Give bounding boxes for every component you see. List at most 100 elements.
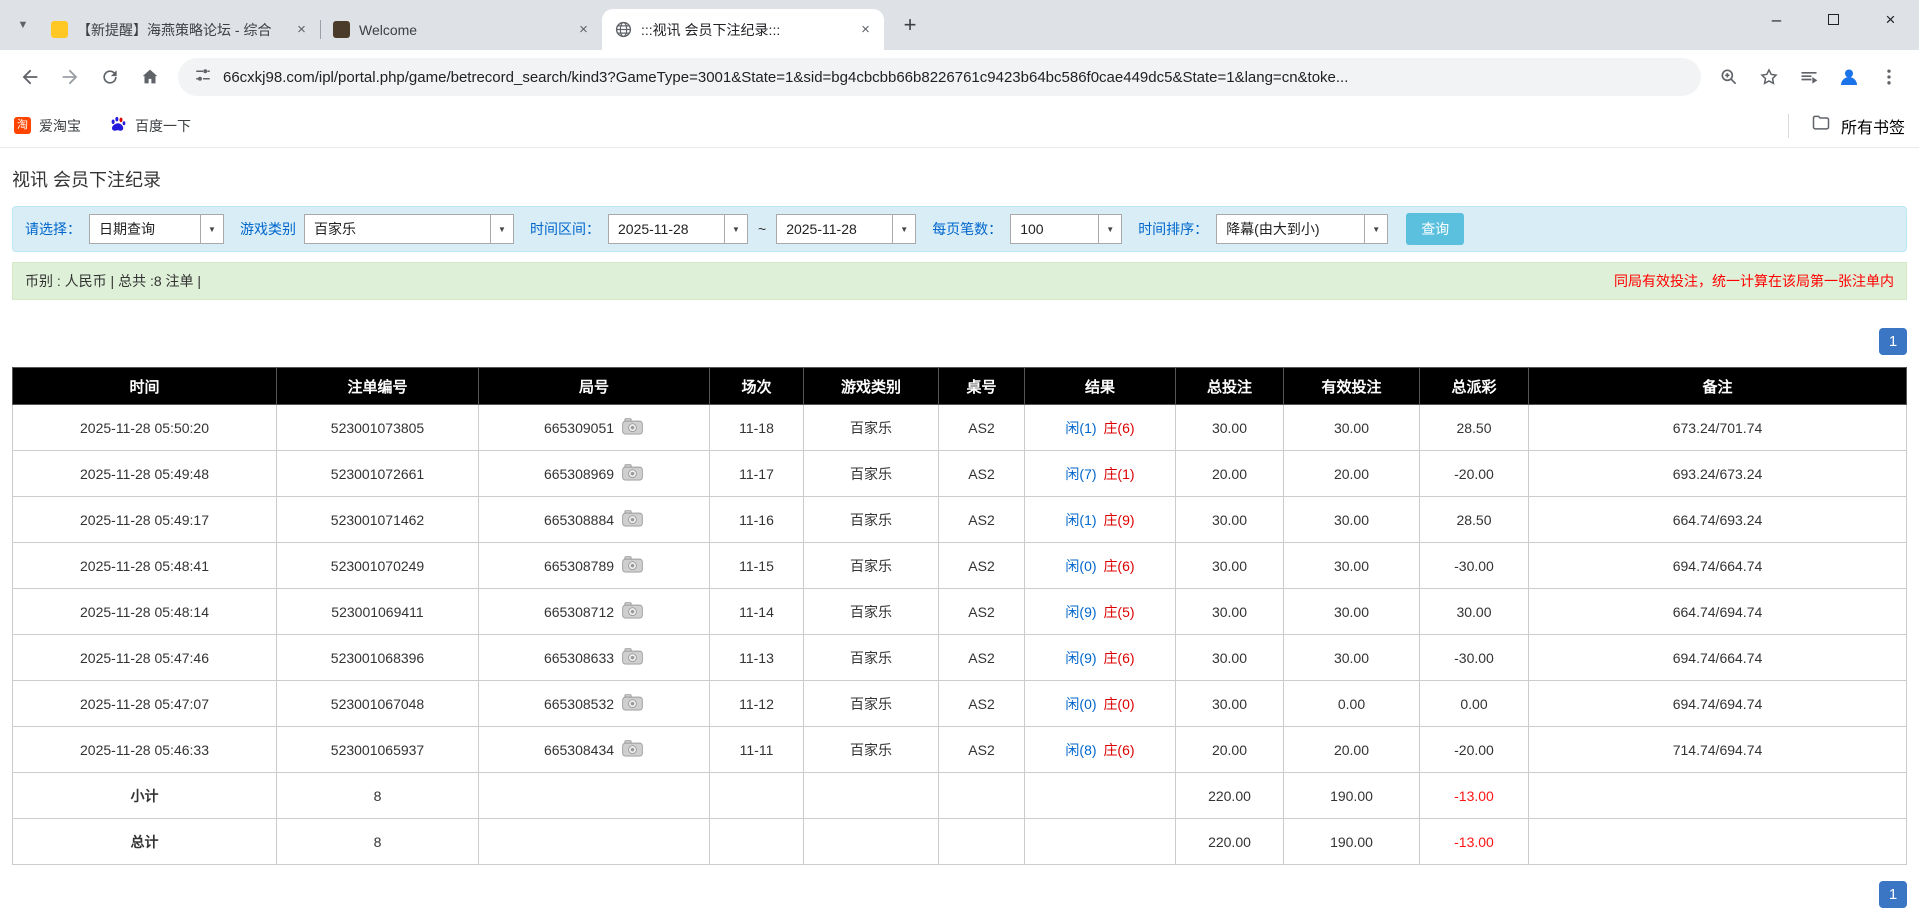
tab-bet-records[interactable]: :::视讯 会员下注纪录::: × xyxy=(602,9,884,50)
video-camera-icon[interactable] xyxy=(621,739,644,760)
payout-cell: 0.00 xyxy=(1419,680,1529,727)
date-from-select[interactable]: 2025-11-28 ▼ xyxy=(608,214,748,244)
bookmarks-bar: 淘 爱淘宝 百度一下 所有书签 xyxy=(0,104,1919,148)
tab-strip: ▼ 【新提醒】海燕策略论坛 - 综合 × Welcome × :::视讯 会员下… xyxy=(0,0,1919,50)
bookmark-taobao[interactable]: 淘 爱淘宝 xyxy=(14,116,81,136)
browser-menu-icon[interactable] xyxy=(1871,59,1907,95)
sort-select[interactable]: 降幕(由大到小) ▼ xyxy=(1216,214,1389,244)
result-cell: 闲(9) 庄(6) xyxy=(1024,634,1176,681)
game-type-select[interactable]: 百家乐 ▼ xyxy=(304,214,514,244)
table-number-cell: AS2 xyxy=(938,726,1025,773)
tab-welcome[interactable]: Welcome × xyxy=(320,9,603,50)
video-camera-icon[interactable] xyxy=(621,693,644,714)
minimize-button[interactable]: – xyxy=(1748,0,1805,39)
empty-cell xyxy=(803,772,939,819)
video-camera-icon[interactable] xyxy=(621,555,644,576)
payout-cell: -20.00 xyxy=(1419,726,1529,773)
total-bet-link[interactable]: 20.00 xyxy=(1175,726,1284,773)
chevron-down-icon[interactable]: ▼ xyxy=(1364,215,1388,243)
video-camera-icon[interactable] xyxy=(621,647,644,668)
chevron-down-icon[interactable]: ▼ xyxy=(892,215,916,243)
result-cell: 闲(8) 庄(6) xyxy=(1024,726,1176,773)
close-button[interactable]: × xyxy=(1862,0,1919,39)
per-page-select[interactable]: 100 ▼ xyxy=(1010,214,1123,244)
valid-bet-cell: 30.00 xyxy=(1283,542,1420,589)
chevron-down-icon[interactable]: ▼ xyxy=(724,215,747,243)
profile-avatar[interactable] xyxy=(1831,59,1867,95)
video-camera-icon[interactable] xyxy=(621,509,644,530)
tab-favicon-forum-icon xyxy=(51,21,68,38)
column-header: 总派彩 xyxy=(1419,367,1529,405)
page-content: 视讯 会员下注纪录 请选择： 日期查询 ▼ 游戏类别 百家乐 ▼ 时间区间： 2… xyxy=(0,166,1919,908)
page-number-button[interactable]: 1 xyxy=(1879,328,1907,355)
page-number-button[interactable]: 1 xyxy=(1879,881,1907,908)
zoom-icon[interactable] xyxy=(1711,59,1747,95)
remark-cell: 664.74/693.24 xyxy=(1528,496,1907,543)
browser-window: ▼ 【新提醒】海燕策略论坛 - 综合 × Welcome × :::视讯 会员下… xyxy=(0,0,1919,148)
total-bet-link[interactable]: 30.00 xyxy=(1175,634,1284,681)
total-bet-link[interactable]: 30.00 xyxy=(1175,588,1284,635)
tab-search-icon[interactable]: ▼ xyxy=(8,10,38,40)
table-number-cell: AS2 xyxy=(938,496,1025,543)
total-bet-link[interactable]: 30.00 xyxy=(1175,496,1284,543)
all-bookmarks[interactable]: 所有书签 xyxy=(1787,113,1905,138)
bookmark-star-icon[interactable] xyxy=(1751,59,1787,95)
tab-close-icon[interactable]: × xyxy=(291,19,312,40)
bet-records-table: 时间 注单编号 局号 场次 游戏类别 桌号 结果 总投注 有效投注 总派彩 备注 2025-11-2… xyxy=(12,367,1907,865)
tab-close-icon[interactable]: × xyxy=(855,19,876,40)
grand-total-count: 8 xyxy=(276,818,479,865)
empty-cell xyxy=(478,818,710,865)
forward-button[interactable] xyxy=(52,59,88,95)
total-bet-link[interactable]: 30.00 xyxy=(1175,404,1284,451)
taobao-icon: 淘 xyxy=(14,117,31,134)
media-controls-icon[interactable] xyxy=(1791,59,1827,95)
query-type-select[interactable]: 日期查询 ▼ xyxy=(89,214,224,244)
time-cell: 2025-11-28 05:46:33 xyxy=(12,726,277,773)
result-cell: 闲(0) 庄(6) xyxy=(1024,542,1176,589)
date-to-select[interactable]: 2025-11-28 ▼ xyxy=(776,214,917,244)
column-header: 结果 xyxy=(1024,367,1176,405)
query-type-label: 请选择： xyxy=(25,221,81,237)
subtotal-valid-bet: 190.00 xyxy=(1283,772,1420,819)
payout-cell: 28.50 xyxy=(1419,404,1529,451)
result-player: 闲(7) xyxy=(1065,465,1097,482)
tab-close-icon[interactable]: × xyxy=(573,19,594,40)
maximize-icon xyxy=(1828,14,1839,25)
tab-forum[interactable]: 【新提醒】海燕策略论坛 - 综合 × xyxy=(38,9,321,50)
tab-title: :::视讯 会员下注纪录::: xyxy=(641,21,781,38)
video-camera-icon[interactable] xyxy=(621,601,644,622)
tab-title: Welcome xyxy=(359,21,418,38)
video-camera-icon[interactable] xyxy=(621,463,644,484)
maximize-button[interactable] xyxy=(1805,0,1862,39)
chevron-down-icon[interactable]: ▼ xyxy=(200,215,223,243)
total-bet-link[interactable]: 30.00 xyxy=(1175,542,1284,589)
table-number-cell: AS2 xyxy=(938,450,1025,497)
remark-cell: 694.74/664.74 xyxy=(1528,542,1907,589)
chevron-down-icon[interactable]: ▼ xyxy=(490,215,513,243)
session-cell: 11-12 xyxy=(709,680,804,727)
refresh-button[interactable] xyxy=(92,59,128,95)
address-bar[interactable]: 66cxkj98.com/ipl/portal.php/game/betreco… xyxy=(178,58,1701,96)
table-row: 2025-11-28 05:47:07 523001067048 6653085… xyxy=(12,680,1907,727)
bookmark-baidu[interactable]: 百度一下 xyxy=(109,115,191,136)
time-cell: 2025-11-28 05:48:41 xyxy=(12,542,277,589)
result-banker: 庄(0) xyxy=(1103,695,1135,712)
total-bet-link[interactable]: 20.00 xyxy=(1175,450,1284,497)
total-bet-link[interactable]: 30.00 xyxy=(1175,680,1284,727)
empty-cell xyxy=(1024,818,1176,865)
new-tab-button[interactable]: + xyxy=(894,9,926,41)
bet-id-cell: 523001070249 xyxy=(276,542,479,589)
chevron-down-icon[interactable]: ▼ xyxy=(1098,215,1122,243)
home-button[interactable] xyxy=(132,59,168,95)
grand-total-row: 总计 8 220.00 190.00 -13.00 xyxy=(12,818,1907,865)
back-button[interactable] xyxy=(12,59,48,95)
search-button[interactable]: 查询 xyxy=(1406,213,1465,245)
game-type-cell: 百家乐 xyxy=(803,726,939,773)
empty-cell xyxy=(709,772,804,819)
url-text: 66cxkj98.com/ipl/portal.php/game/betreco… xyxy=(223,68,1349,86)
site-settings-icon[interactable] xyxy=(194,66,212,89)
all-bookmarks-label: 所有书签 xyxy=(1840,119,1905,137)
bet-id-cell: 523001069411 xyxy=(276,588,479,635)
round-id-cell: 665308789 xyxy=(478,542,710,589)
video-camera-icon[interactable] xyxy=(621,417,644,438)
